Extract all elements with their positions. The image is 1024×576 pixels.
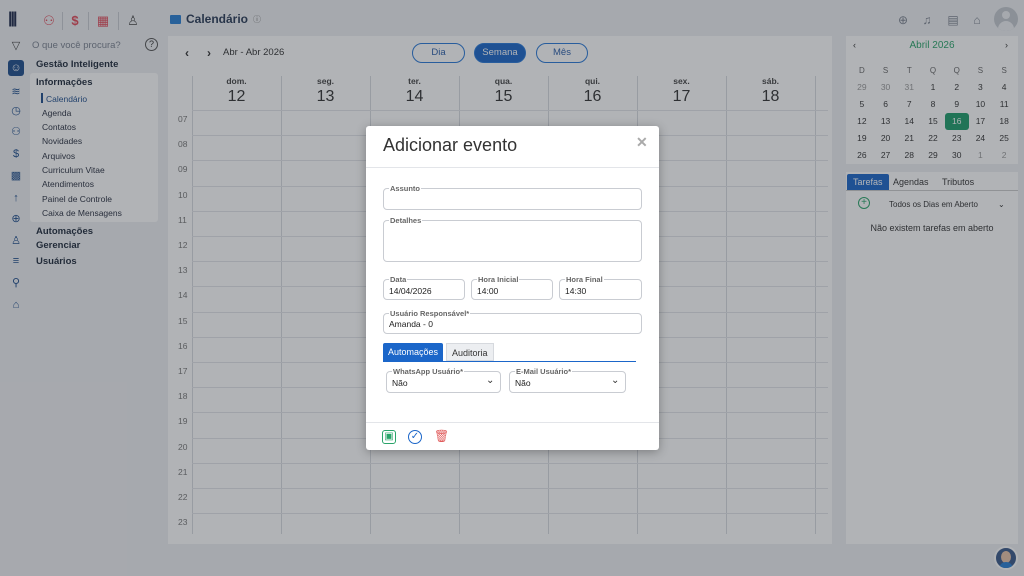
usuario-value: Amanda - 0 <box>389 319 433 329</box>
hora-inicial-value: 14:00 <box>477 286 499 296</box>
chevron-down-icon[interactable]: ⌄ <box>611 375 619 386</box>
modal-title: Adicionar evento <box>383 135 518 155</box>
confirm-icon[interactable]: ✓ <box>408 430 422 444</box>
save-icon[interactable]: ▣ <box>382 430 396 444</box>
tab-automacoes[interactable]: Automações <box>383 343 444 361</box>
chevron-down-icon[interactable]: ⌄ <box>486 375 494 386</box>
close-icon[interactable]: ✕ <box>636 134 648 151</box>
assunto-label: Assunto <box>389 184 421 193</box>
tab-auditoria[interactable]: Auditoria <box>446 343 494 361</box>
whatsapp-value: Não <box>392 378 408 388</box>
detalhes-label: Detalhes <box>389 216 423 225</box>
email-label: E-Mail Usuário* <box>515 367 573 376</box>
modal-footer-divider <box>366 422 659 423</box>
whatsapp-label: WhatsApp Usuário* <box>392 367 465 376</box>
data-label: Data <box>389 275 408 284</box>
modal-header-divider <box>366 167 659 168</box>
assunto-field[interactable] <box>383 188 642 210</box>
data-value: 14/04/2026 <box>389 286 432 296</box>
hora-inicial-label: Hora Inicial <box>477 275 520 284</box>
tab-underline <box>383 361 636 362</box>
email-value: Não <box>515 378 531 388</box>
trash-icon[interactable]: 🗑 <box>434 430 449 444</box>
detalhes-field[interactable] <box>383 220 642 262</box>
hora-final-value: 14:30 <box>565 286 587 296</box>
usuario-label: Usuário Responsável* <box>389 309 471 318</box>
hora-final-label: Hora Final <box>565 275 604 284</box>
